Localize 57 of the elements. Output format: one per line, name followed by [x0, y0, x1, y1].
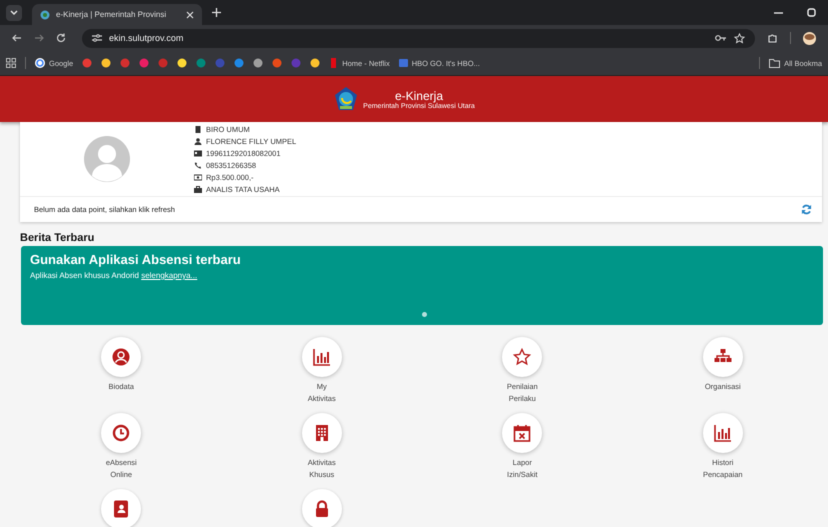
contact-book-icon	[112, 500, 130, 518]
refresh-icon[interactable]	[801, 204, 812, 215]
bookmark-icon[interactable]	[310, 58, 320, 68]
building-icon	[194, 126, 202, 132]
bookmark-icon[interactable]	[253, 58, 264, 68]
menu-button[interactable]	[502, 337, 542, 377]
bar-chart-icon	[714, 424, 732, 442]
restore-icon[interactable]	[807, 8, 816, 17]
menu-button[interactable]	[702, 337, 743, 377]
tab-title: e-Kinerja | Pemerintah Provinsi	[56, 10, 168, 19]
menu-button[interactable]	[702, 413, 743, 453]
app-title: e-Kinerja	[394, 88, 443, 102]
bar-chart-icon	[312, 348, 331, 366]
phone-icon	[194, 162, 202, 168]
news-text: Aplikasi Absen khusus Andorid selengkapnya...	[30, 271, 198, 280]
key-icon[interactable]	[715, 34, 727, 42]
site-settings-icon[interactable]	[92, 34, 102, 42]
netflix-icon	[329, 58, 338, 68]
menu-button[interactable]	[101, 337, 142, 377]
id-card-icon	[194, 150, 202, 156]
briefcase-icon	[194, 186, 202, 192]
google-icon	[35, 58, 45, 68]
avatar-icon	[84, 136, 130, 182]
bookmark-icon[interactable]	[101, 58, 112, 68]
apps-grid-icon[interactable]	[6, 58, 16, 68]
back-icon[interactable]	[12, 33, 22, 43]
menu-button[interactable]	[101, 489, 142, 527]
read-more-link[interactable]: selengkapnya...	[141, 271, 198, 280]
star-icon	[513, 348, 532, 366]
money-icon	[194, 174, 202, 180]
reload-icon[interactable]	[56, 33, 66, 43]
bookmark-icon[interactable]	[177, 58, 188, 68]
new-tab-icon[interactable]	[212, 8, 221, 17]
carousel-dot[interactable]	[422, 312, 427, 317]
bookmark-icon	[398, 58, 408, 68]
menu-button[interactable]	[502, 413, 542, 453]
forward-icon[interactable]	[34, 33, 44, 43]
emblem-icon	[333, 86, 360, 112]
menu-button[interactable]	[302, 413, 342, 453]
site-icon	[40, 10, 50, 20]
tab-list-button[interactable]	[6, 4, 22, 20]
folder-icon	[769, 58, 780, 68]
profile-avatar-icon[interactable]	[803, 32, 816, 44]
clock-icon	[112, 424, 130, 442]
section-heading: Berita Terbaru	[20, 232, 96, 244]
menu-button[interactable]	[302, 337, 342, 377]
star-icon[interactable]	[734, 32, 745, 44]
browser-tab[interactable]: e-Kinerja | Pemerintah Provinsi	[32, 4, 202, 25]
calendar-x-icon	[513, 424, 532, 442]
address-field[interactable]: ekin.sulutprov.com	[82, 28, 755, 48]
profile-icon	[112, 348, 130, 366]
menu-button[interactable]	[302, 489, 342, 527]
chevron-down-icon	[10, 10, 18, 16]
close-icon[interactable]	[186, 10, 194, 18]
menu-button[interactable]	[101, 413, 142, 453]
news-title: Gunakan Aplikasi Absensi terbaru	[30, 252, 241, 267]
user-icon	[194, 138, 202, 144]
